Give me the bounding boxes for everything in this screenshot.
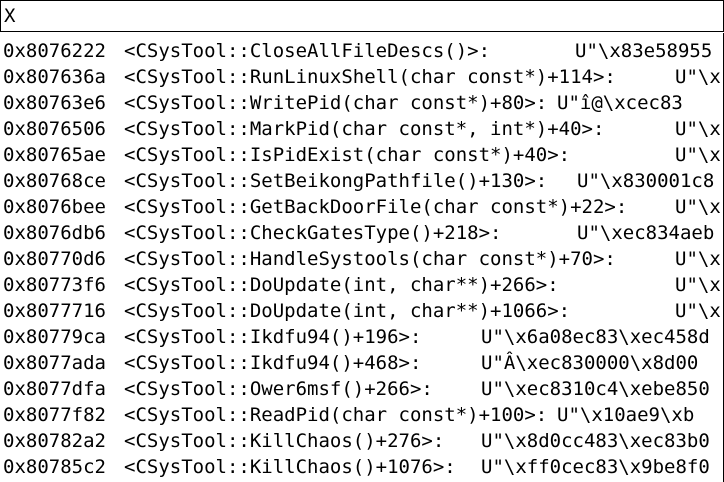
address-text: 0x80779ca (3, 324, 106, 350)
bytes-text: U"\x10ae9\xb (557, 402, 694, 428)
list-item[interactable]: 0x807636a <CSysTool::RunLinuxShell(char c… (0, 64, 724, 90)
bytes-text: U"\x (675, 298, 721, 324)
symbol-text: <CSysTool::ReadPid(char const*)+100>: (124, 402, 547, 428)
symbol-text: <CSysTool::HandleSystools(char const*)+7… (124, 246, 616, 272)
address-text: 0x8077f82 (3, 402, 106, 428)
bytes-text: U"\xec8310c4\xebe850 (481, 376, 710, 402)
symbol-text: <CSysTool::CheckGatesType()+218>: (124, 220, 502, 246)
address-text: 0x8077ada (3, 350, 106, 376)
address-text: 0x80782a2 (3, 428, 106, 454)
symbol-text: <CSysTool::WritePid(char const*)+80>: (124, 90, 547, 116)
address-text: 0x8076222 (3, 38, 106, 64)
bytes-text: U"î@\xcec83 (557, 90, 683, 116)
symbol-list[interactable]: 0x8076222 <CSysTool::CloseAllFileDescs()>… (0, 38, 724, 482)
list-item[interactable]: 0x8077dfa <CSysTool::Ower6msf()+266>: U"\x… (0, 376, 724, 402)
bytes-text: U"\x (675, 246, 721, 272)
bytes-text: U"\x8d0cc483\xec83b0 (481, 428, 710, 454)
list-item[interactable]: 0x8076bee <CSysTool::GetBackDoorFile(char… (0, 194, 724, 220)
list-item[interactable]: 0x80768ce <CSysTool::SetBeikongPathfile()… (0, 168, 724, 194)
address-text: 0x807636a (3, 64, 106, 90)
list-item[interactable]: 0x8076222 <CSysTool::CloseAllFileDescs()>… (0, 38, 724, 64)
bytes-text: U"\x (675, 142, 721, 168)
bytes-text: U"\x830001c8 (577, 168, 714, 194)
symbol-text: <CSysTool::SetBeikongPathfile()+130>: (124, 168, 547, 194)
bytes-text: U"\xec834aeb (577, 220, 714, 246)
address-text: 0x8076db6 (3, 220, 106, 246)
bytes-text: U"\xff0cec83\x9be8f0 (481, 454, 710, 480)
terminal-window: X 0x8076222 <CSysTool::CloseAllFileDescs(… (0, 0, 724, 482)
list-item[interactable]: 0x8077f82 <CSysTool::ReadPid(char const*)… (0, 402, 724, 428)
search-field[interactable]: X (0, 0, 724, 32)
symbol-text: <CSysTool::DoUpdate(int, char**)+1066>: (124, 298, 570, 324)
symbol-text: <CSysTool::DoUpdate(int, char**)+266>: (124, 272, 559, 298)
symbol-text: <CSysTool::RunLinuxShell(char const*)+11… (124, 64, 616, 90)
symbol-text: <CSysTool::GetBackDoorFile(char const*)+… (124, 194, 627, 220)
symbol-text: <CSysTool::Ower6msf()+266>: (124, 376, 433, 402)
address-text: 0x8076bee (3, 194, 106, 220)
symbol-text: <CSysTool::Ikdfu94()+196>: (124, 324, 421, 350)
list-item[interactable]: 0x8076db6 <CSysTool::CheckGatesType()+218… (0, 220, 724, 246)
address-text: 0x80773f6 (3, 272, 106, 298)
bytes-text: U"\x (675, 194, 721, 220)
list-item[interactable]: 0x80773f6 <CSysTool::DoUpdate(int, char**… (0, 272, 724, 298)
bytes-text: U"Â\xec830000\x8d00 (481, 350, 698, 376)
list-item[interactable]: 0x80763e6 <CSysTool::WritePid(char const*… (0, 90, 724, 116)
symbol-text: <CSysTool::KillChaos()+1076>: (124, 454, 456, 480)
address-text: 0x8076506 (3, 116, 106, 142)
bytes-text: U"\x6a08ec83\xec458d (481, 324, 710, 350)
symbol-text: <CSysTool::IsPidExist(char const*)+40>: (124, 142, 570, 168)
list-item[interactable]: 0x8077716 <CSysTool::DoUpdate(int, char**… (0, 298, 724, 324)
address-text: 0x8077dfa (3, 376, 106, 402)
address-text: 0x8077716 (3, 298, 106, 324)
bytes-text: U"\x (675, 64, 721, 90)
bytes-text: U"\x (675, 272, 721, 298)
list-item[interactable]: 0x80785c2 <CSysTool::KillChaos()+1076>: U"… (0, 454, 724, 480)
list-item[interactable]: 0x80765ae <CSysTool::IsPidExist(char cons… (0, 142, 724, 168)
address-text: 0x80785c2 (3, 454, 106, 480)
symbol-text: <CSysTool::KillChaos()+276>: (124, 428, 444, 454)
symbol-text: <CSysTool::CloseAllFileDescs()>: (124, 38, 490, 64)
address-text: 0x80765ae (3, 142, 106, 168)
address-text: 0x80770d6 (3, 246, 106, 272)
address-text: 0x80763e6 (3, 90, 106, 116)
symbol-text: <CSysTool::Ikdfu94()+468>: (124, 350, 421, 376)
list-item[interactable]: 0x8076506 <CSysTool::MarkPid(char const*,… (0, 116, 724, 142)
list-item[interactable]: 0x80782a2 <CSysTool::KillChaos()+276>: U"\… (0, 428, 724, 454)
bytes-text: U"\x (675, 116, 721, 142)
bytes-text: U"\x83e58955 (575, 38, 712, 64)
address-text: 0x80768ce (3, 168, 106, 194)
symbol-text: <CSysTool::MarkPid(char const*, int*)+40… (124, 116, 604, 142)
list-item[interactable]: 0x8077ada <CSysTool::Ikdfu94()+468>: U"Â\… (0, 350, 724, 376)
list-item[interactable]: 0x80779ca <CSysTool::Ikdfu94()+196>: U"\x6… (0, 324, 724, 350)
list-item[interactable]: 0x80770d6 <CSysTool::HandleSystools(char … (0, 246, 724, 272)
